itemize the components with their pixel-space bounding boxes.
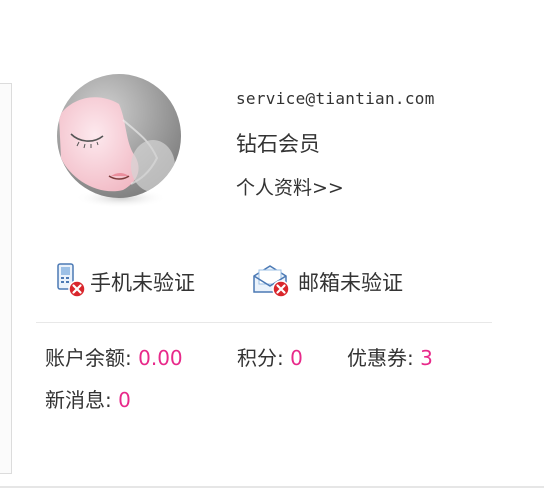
points[interactable]: 积分: 0: [237, 342, 303, 371]
x-badge-icon: [272, 280, 290, 298]
phone-verify-label: 手机未验证: [90, 271, 195, 295]
avatar[interactable]: [53, 70, 188, 215]
points-label: 积分:: [237, 346, 284, 370]
coupons[interactable]: 优惠券: 3: [347, 342, 433, 371]
x-badge-icon: [68, 280, 86, 298]
messages-value: 0: [118, 388, 131, 412]
balance-label: 账户余额:: [45, 346, 132, 370]
balance-value: 0.00: [138, 346, 183, 370]
phone-verify-status[interactable]: 手机未验证: [54, 262, 195, 302]
new-messages[interactable]: 新消息: 0: [45, 384, 131, 413]
points-value: 0: [290, 346, 303, 370]
mail-icon: [250, 262, 296, 302]
phone-icon: [54, 262, 88, 302]
email-verify-label: 邮箱未验证: [298, 271, 403, 295]
user-email: service@tiantian.com: [236, 89, 435, 108]
email-verify-status[interactable]: 邮箱未验证: [250, 262, 403, 302]
coupons-label: 优惠券:: [347, 346, 414, 370]
left-panel-edge: [0, 83, 12, 474]
messages-label: 新消息:: [45, 388, 112, 412]
coupons-value: 3: [420, 346, 433, 370]
profile-link[interactable]: 个人资料>>: [236, 173, 344, 200]
member-level: 钻石会员: [236, 132, 320, 156]
divider: [36, 322, 492, 323]
account-balance[interactable]: 账户余额: 0.00: [45, 342, 183, 371]
default-female-avatar-icon: [57, 74, 181, 208]
